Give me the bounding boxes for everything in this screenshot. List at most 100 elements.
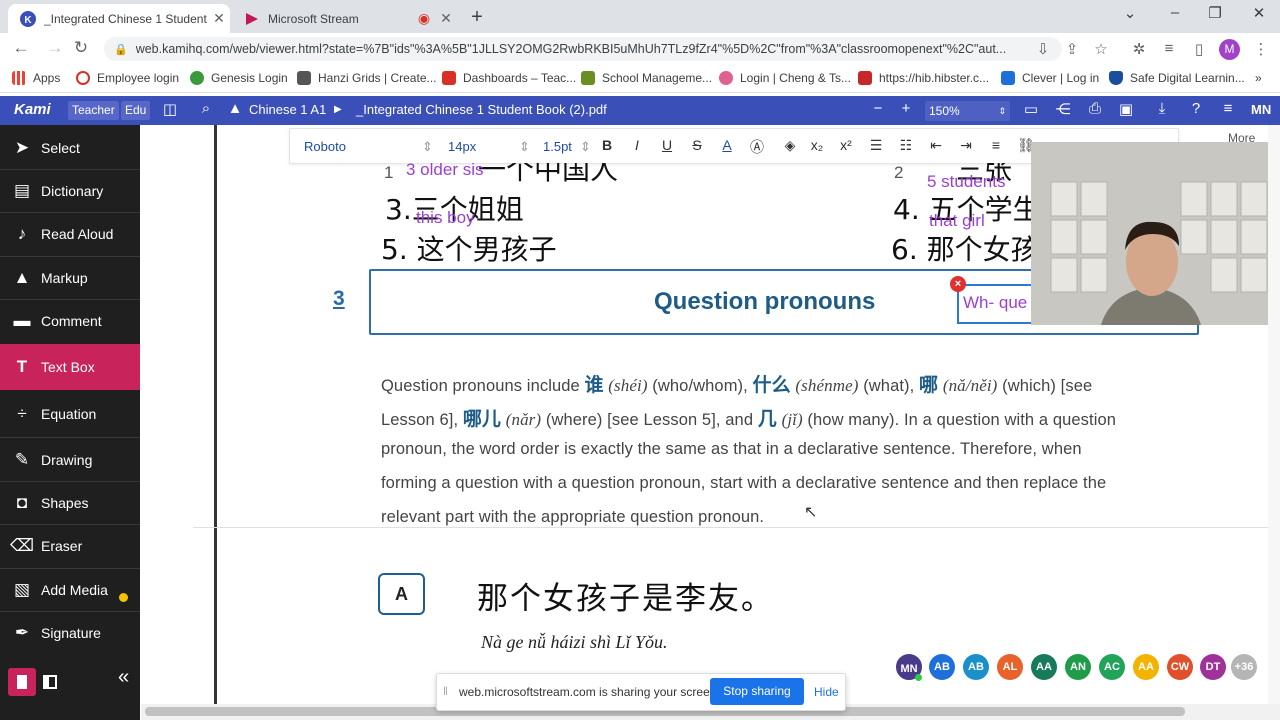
download-icon[interactable]: ⤓ — [1152, 100, 1172, 117]
back-icon[interactable]: ← — [10, 38, 32, 58]
tool-markup[interactable]: ▲ Markup — [0, 257, 140, 299]
layout-toggle-right[interactable] — [38, 668, 64, 696]
address-bar[interactable]: 🔒 web.kamihq.com/web/viewer.html?state=%… — [104, 37, 1062, 61]
search-icon[interactable]: ⌕ — [196, 100, 216, 117]
tool-drawing[interactable]: ✎ Drawing — [0, 439, 140, 481]
align-icon[interactable]: ≡ — [986, 137, 1006, 153]
user-initials[interactable]: MN — [1251, 102, 1271, 117]
bookmark-cheng-tsui[interactable]: Login | Cheng & Ts... — [719, 71, 851, 85]
profile-avatar[interactable]: M — [1219, 39, 1240, 60]
close-tab-icon[interactable]: ✕ — [208, 10, 230, 27]
bookmark-employee-login[interactable]: Employee login — [76, 71, 179, 85]
reload-icon[interactable]: ↻ — [70, 38, 92, 58]
drag-handle-icon[interactable]: ‖ — [443, 684, 448, 698]
collaborator-avatar[interactable]: AL — [997, 654, 1023, 680]
text-color-icon[interactable]: A — [717, 137, 737, 153]
bookmark-apps[interactable]: Apps — [12, 71, 60, 85]
more-collaborators[interactable]: +36 — [1231, 654, 1257, 680]
font-size-field[interactable]: 14px — [448, 139, 476, 154]
sidebar-toggle-icon[interactable]: ◫ — [160, 100, 180, 118]
collaborator-avatar[interactable]: DT — [1200, 654, 1226, 680]
annotation-text[interactable]: this boy — [416, 208, 475, 228]
bookmark-clever[interactable]: Clever | Log in — [1001, 71, 1099, 85]
stop-sharing-button[interactable]: Stop sharing — [710, 678, 804, 705]
text-box-content[interactable]: Wh- que — [963, 293, 1027, 313]
bookmarks-overflow[interactable]: » — [1255, 71, 1262, 85]
bookmark-star-icon[interactable]: ☆ — [1092, 40, 1110, 58]
maximize-icon[interactable]: ❐ — [1203, 4, 1227, 22]
collaborator-avatar[interactable]: AB — [963, 654, 989, 680]
tool-comment[interactable]: ▬ Comment — [0, 300, 140, 342]
line-spacing-field[interactable]: 1.5pt — [543, 139, 572, 154]
forward-icon[interactable]: → — [44, 38, 66, 58]
bookmark-safe-digital[interactable]: Safe Digital Learnin... — [1109, 71, 1245, 85]
collaborator-avatar[interactable]: CW — [1167, 654, 1193, 680]
side-panel-icon[interactable]: ▯ — [1190, 40, 1208, 58]
folder-breadcrumb[interactable]: Chinese 1 A1 — [249, 102, 326, 117]
annotation-text[interactable]: 3 older sis — [406, 160, 483, 180]
annotation-text[interactable]: 5 students — [927, 172, 1005, 192]
bookmark-genesis[interactable]: Genesis Login — [190, 71, 288, 85]
folder-open-icon[interactable]: ▭ — [1021, 100, 1041, 118]
superscript-icon[interactable]: x² — [836, 137, 856, 153]
highlight-icon[interactable]: Ⓐ — [747, 137, 767, 157]
collaborator-avatar[interactable]: AA — [1031, 654, 1057, 680]
url-text[interactable]: web.kamihq.com/web/viewer.html?state=%7B… — [136, 42, 1062, 56]
share-icon[interactable]: ⇪ — [1063, 40, 1081, 58]
numbered-list-icon[interactable]: ☰ — [866, 137, 886, 154]
tool-eraser[interactable]: ⌫ Eraser — [0, 525, 140, 567]
media-queue-icon[interactable]: ≡ — [1160, 40, 1178, 57]
collaborator-avatar[interactable]: AN — [1065, 654, 1091, 680]
bookmark-hibster[interactable]: https://hib.hibster.c... — [858, 71, 989, 85]
underline-icon[interactable]: U — [657, 137, 677, 153]
layout-toggle-left[interactable] — [8, 668, 36, 696]
zoom-in-button[interactable]: + — [896, 100, 916, 117]
bold-icon[interactable]: B — [597, 137, 617, 153]
subscript-icon[interactable]: x₂ — [807, 137, 827, 153]
drive-icon[interactable]: ▲ — [225, 100, 245, 117]
bookmark-dashboards[interactable]: Dashboards – Teac... — [442, 71, 576, 85]
extensions-icon[interactable]: ✲ — [1130, 40, 1148, 58]
collaborator-avatar[interactable]: AC — [1099, 654, 1125, 680]
tab-search-icon[interactable]: ⌄ — [1118, 4, 1142, 22]
tool-read-aloud[interactable]: ♪ Read Aloud — [0, 213, 140, 255]
minimize-icon[interactable]: – — [1163, 4, 1187, 21]
file-name[interactable]: _Integrated Chinese 1 Student Book (2).p… — [356, 102, 607, 117]
fill-icon[interactable]: ◈ — [780, 137, 800, 154]
new-tab-button[interactable]: + — [466, 6, 488, 29]
share-icon[interactable]: ⋲ — [1053, 100, 1073, 118]
tab-kami[interactable]: K _Integrated Chinese 1 Student Bo ✕ — [8, 4, 230, 33]
tool-signature[interactable]: ✒ Signature — [0, 612, 140, 654]
font-family-select[interactable]: Roboto — [304, 139, 346, 154]
browser-menu-icon[interactable]: ⋮ — [1252, 40, 1270, 58]
collaborator-avatar[interactable]: AA — [1133, 654, 1159, 680]
lock-icon[interactable]: 🔒 — [114, 43, 128, 56]
close-tab-icon[interactable]: ✕ — [435, 10, 457, 27]
print-icon[interactable]: ⎙ — [1085, 100, 1105, 117]
vertical-scrollbar[interactable] — [1268, 125, 1280, 705]
menu-icon[interactable]: ≡ — [1218, 100, 1238, 117]
collapse-sidebar-button[interactable]: « — [118, 666, 129, 689]
hide-banner-button[interactable]: Hide — [814, 685, 839, 699]
indent-icon[interactable]: ⇥ — [956, 137, 976, 154]
bullet-list-icon[interactable]: ☷ — [896, 137, 916, 154]
tab-stream[interactable]: Microsoft Stream ◉ ✕ — [232, 4, 457, 33]
collaborator-avatar[interactable]: AB — [929, 654, 955, 680]
strikethrough-icon[interactable]: S — [687, 137, 707, 153]
bookmark-hanzi-grids[interactable]: Hanzi Grids | Create... — [297, 71, 437, 85]
italic-icon[interactable]: I — [627, 137, 647, 153]
help-icon[interactable]: ? — [1186, 100, 1206, 117]
close-icon[interactable]: × — [950, 276, 966, 292]
install-icon[interactable]: ⇩ — [1034, 40, 1052, 58]
tool-select[interactable]: ➤ Select — [0, 127, 140, 169]
annotation-text[interactable]: that girl — [929, 211, 985, 231]
zoom-out-button[interactable]: − — [868, 100, 888, 117]
save-icon[interactable]: ▣ — [1116, 100, 1136, 118]
close-window-icon[interactable]: ✕ — [1247, 4, 1271, 22]
zoom-select[interactable]: 150% ⇕ — [925, 101, 1010, 121]
tool-add-media[interactable]: ▧ Add Media — [0, 569, 140, 611]
outdent-icon[interactable]: ⇤ — [926, 137, 946, 154]
bookmark-school-management[interactable]: School Manageme... — [581, 71, 712, 85]
tool-dictionary[interactable]: ▤ Dictionary — [0, 170, 140, 212]
tool-equation[interactable]: ÷ Equation — [0, 393, 140, 435]
